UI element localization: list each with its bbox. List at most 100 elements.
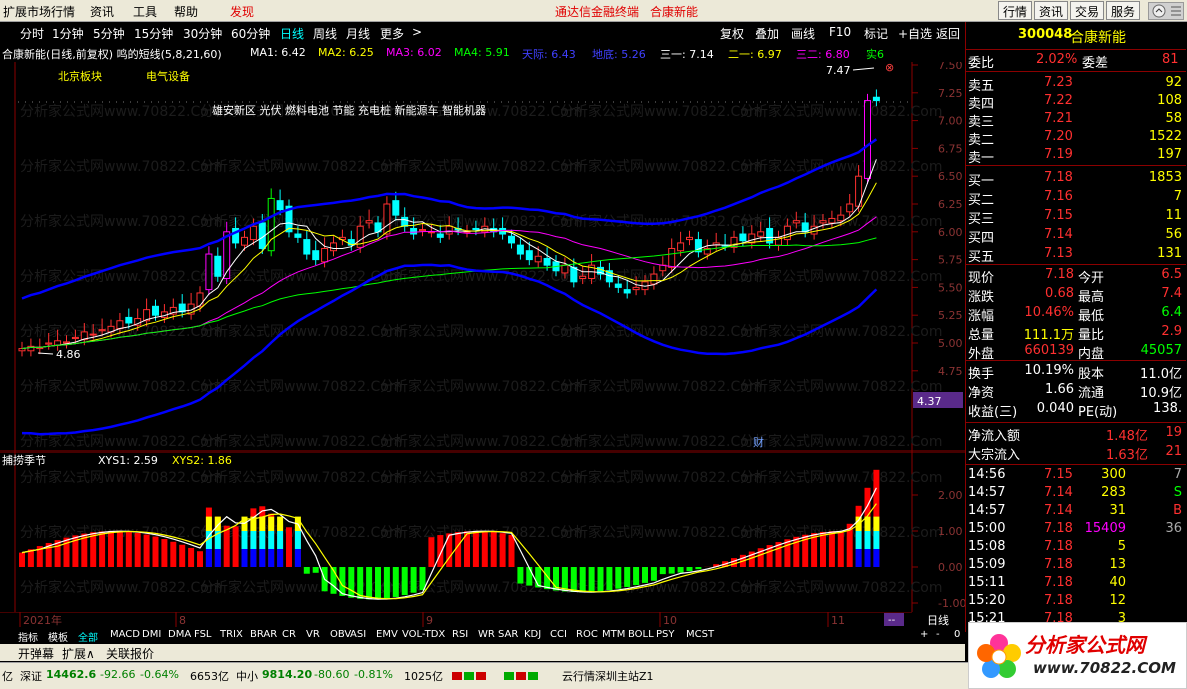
toolbar-overlay[interactable]: 叠加: [755, 25, 779, 42]
candle-body[interactable]: [205, 253, 213, 291]
period-tab-30min[interactable]: 30分钟: [183, 25, 222, 42]
ask-row[interactable]: 卖三 7.21 58: [966, 111, 1186, 130]
ask-row[interactable]: 卖一 7.19 197: [966, 147, 1186, 166]
candle-body[interactable]: [436, 233, 444, 238]
candle-body[interactable]: [801, 222, 809, 233]
indicator-tab[interactable]: ASI: [350, 629, 366, 640]
candle-body[interactable]: [846, 203, 854, 213]
zoom-in-button[interactable]: +: [920, 629, 928, 640]
period-tab-monthly[interactable]: 月线: [346, 25, 370, 42]
indicator-tab[interactable]: VR: [306, 629, 320, 640]
candle-body[interactable]: [650, 273, 658, 285]
candle-body[interactable]: [872, 96, 880, 102]
candle-body[interactable]: [241, 236, 248, 246]
bid-row[interactable]: 买五 7.13 131: [966, 246, 1186, 265]
toolbar-back[interactable]: 返回: [936, 25, 960, 42]
candle-body[interactable]: [614, 283, 622, 288]
candle-body[interactable]: [383, 203, 391, 235]
candle-body[interactable]: [303, 239, 311, 255]
layout-0-button[interactable]: 0: [954, 629, 960, 640]
top-button-trade[interactable]: 交易: [1070, 1, 1105, 20]
bid-row[interactable]: 买四 7.14 56: [966, 227, 1186, 246]
candle-body[interactable]: [152, 305, 159, 316]
candle-body[interactable]: [561, 264, 569, 274]
toolbar-adjust[interactable]: 复权: [720, 25, 744, 42]
indicator-tab[interactable]: TRIX: [220, 629, 243, 640]
menu-news[interactable]: 资讯: [90, 3, 114, 20]
candle-body[interactable]: [321, 247, 329, 263]
period-more-arrow[interactable]: >: [412, 25, 422, 39]
toolbar-draw[interactable]: 画线: [791, 25, 815, 42]
related-quotes[interactable]: 关联报价: [106, 645, 154, 662]
sz-index-label[interactable]: 深证: [20, 668, 42, 684]
candle-body[interactable]: [516, 244, 524, 255]
indicator-tab[interactable]: MCST: [686, 629, 714, 640]
menu-extended-market[interactable]: 扩展市场行情: [3, 3, 75, 20]
indicator-tab[interactable]: BRAR: [250, 629, 277, 640]
period-tab-weekly[interactable]: 周线: [313, 25, 337, 42]
candle-body[interactable]: [89, 333, 97, 336]
candle-body[interactable]: [98, 329, 106, 332]
candle-body[interactable]: [445, 225, 453, 235]
candle-body[interactable]: [401, 216, 409, 227]
indicator-tab[interactable]: RSI: [452, 629, 468, 640]
candlestick-chart[interactable]: 分析家公式网www.70822.Com分析家公式网www.70822.Com分析…: [0, 62, 965, 452]
indicator-tab[interactable]: CR: [282, 629, 296, 640]
candle-body[interactable]: [18, 348, 26, 352]
ask-row[interactable]: 卖二 7.20 1522: [966, 129, 1186, 148]
candle-body[interactable]: [828, 217, 836, 224]
indicator-tab[interactable]: MACD: [110, 629, 140, 640]
indicator-close-icon[interactable]: ⊗: [885, 62, 894, 74]
indicator-tab[interactable]: 指标: [18, 629, 38, 644]
candle-body[interactable]: [508, 235, 515, 244]
ask-row[interactable]: 卖五 7.23 92: [966, 75, 1186, 94]
zx-index-label[interactable]: 中小: [236, 668, 258, 684]
period-tab-daily[interactable]: 日线: [280, 25, 304, 42]
indicator-tab[interactable]: PSY: [656, 629, 675, 640]
menu-discover[interactable]: 发现: [230, 3, 254, 20]
bid-row[interactable]: 买三 7.15 11: [966, 208, 1186, 227]
period-tab-60min[interactable]: 60分钟: [231, 25, 270, 42]
candle-body[interactable]: [534, 255, 542, 263]
candle-body[interactable]: [330, 242, 337, 252]
indicator-tab[interactable]: VOL-TDX: [402, 629, 445, 640]
candle-body[interactable]: [419, 229, 426, 232]
candle-body[interactable]: [71, 336, 79, 340]
candle-body[interactable]: [792, 220, 800, 224]
indicator-tab[interactable]: 全部: [78, 629, 98, 644]
indicator-tab[interactable]: EMV: [376, 629, 398, 640]
indicator-tab[interactable]: SAR: [498, 629, 518, 640]
toggle-extended[interactable]: 扩展∧: [62, 645, 95, 662]
candle-body[interactable]: [570, 266, 578, 283]
candle-body[interactable]: [632, 286, 640, 291]
sub-indicator-name[interactable]: 捕捞季节: [2, 453, 46, 467]
candle-body[interactable]: [392, 200, 400, 216]
toolbar-mark[interactable]: 标记: [864, 25, 888, 42]
candle-body[interactable]: [276, 200, 284, 211]
candle-body[interactable]: [739, 233, 747, 242]
candle-body[interactable]: [125, 316, 133, 324]
indicator-tab[interactable]: CCI: [550, 629, 567, 640]
period-tab-5min[interactable]: 5分钟: [93, 25, 125, 42]
candle-body[interactable]: [757, 231, 765, 237]
candle-body[interactable]: [677, 242, 685, 252]
candle-body[interactable]: [294, 233, 302, 238]
candle-body[interactable]: [45, 342, 53, 345]
candle-body[interactable]: [819, 220, 827, 224]
candle-body[interactable]: [525, 250, 533, 261]
top-button-news[interactable]: 资讯: [1034, 1, 1069, 20]
candle-body[interactable]: [410, 227, 418, 235]
zoom-out-button[interactable]: -: [936, 629, 940, 640]
indicator-tab[interactable]: WR: [478, 629, 495, 640]
indicator-tab[interactable]: OBV: [330, 629, 351, 640]
header-link-terminal[interactable]: 通达信金融终端: [555, 3, 639, 20]
candle-body[interactable]: [312, 250, 320, 261]
candle-body[interactable]: [668, 247, 676, 268]
candle-body[interactable]: [686, 236, 693, 241]
oscillator-chart[interactable]: 分析家公式网www.70822.Com分析家公式网www.70822.Com分析…: [0, 452, 965, 612]
indicator-tab[interactable]: DMA: [168, 629, 191, 640]
indicator-tab[interactable]: BOLL: [628, 629, 654, 640]
toggle-danmaku[interactable]: 开弹幕: [18, 645, 54, 662]
candle-body[interactable]: [365, 220, 373, 224]
top-button-service[interactable]: 服务: [1106, 1, 1141, 20]
